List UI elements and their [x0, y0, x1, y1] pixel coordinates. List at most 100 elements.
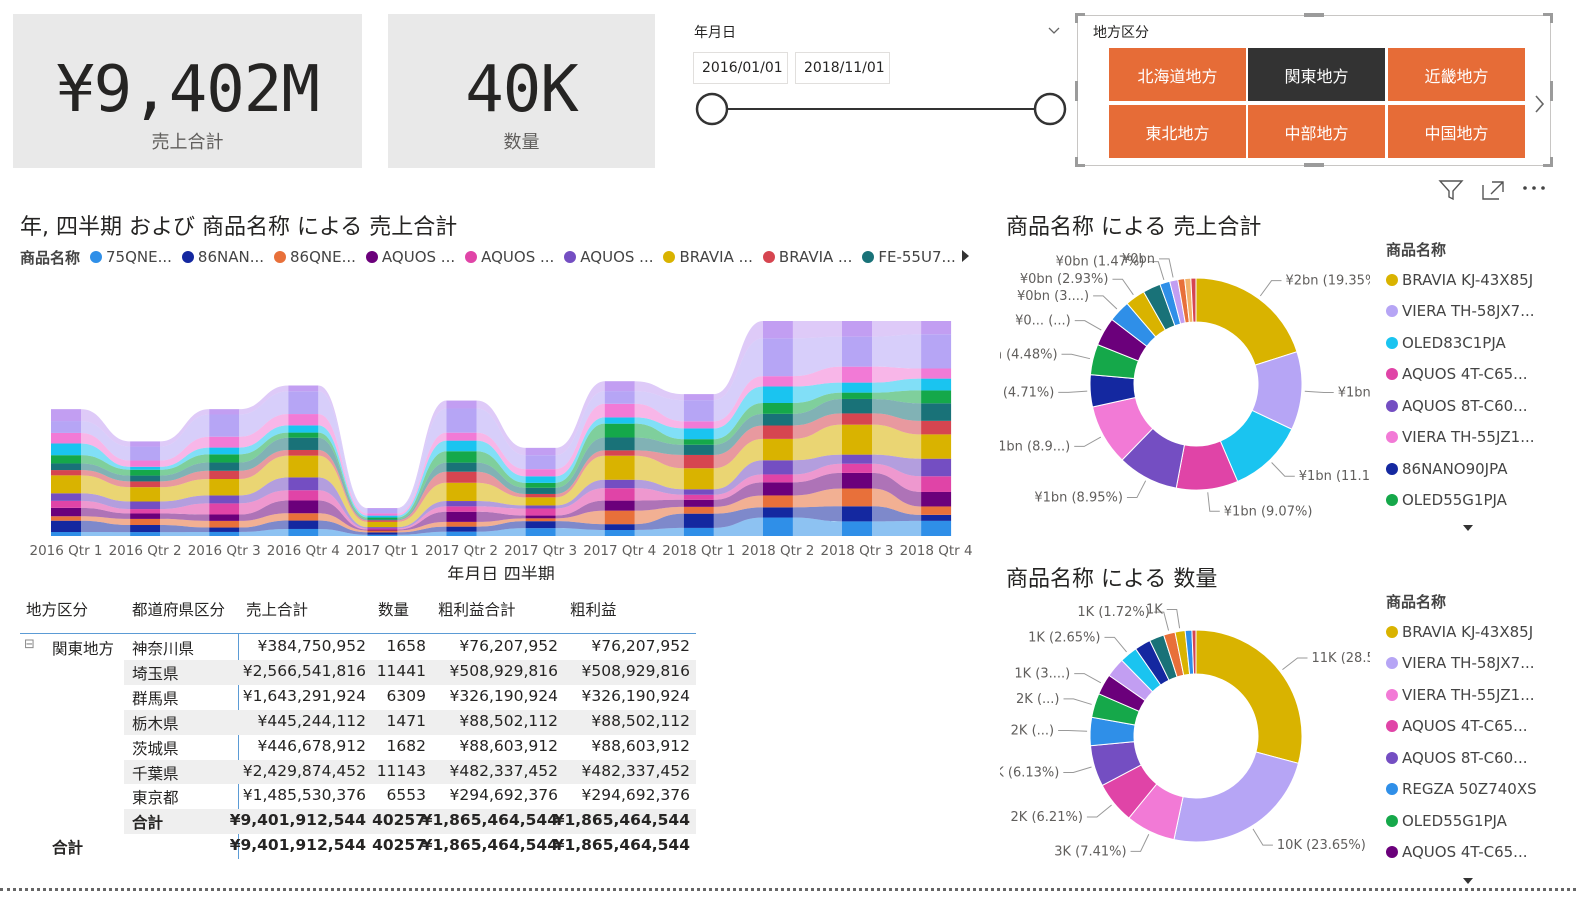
donut-slice[interactable]: [1195, 277, 1298, 366]
ribbon-bar-segment[interactable]: [525, 505, 556, 509]
ribbon-bar-segment[interactable]: [842, 506, 872, 522]
resize-handle[interactable]: [1075, 157, 1078, 167]
ribbon-bar-segment[interactable]: [367, 529, 398, 531]
ribbon-bar-segment[interactable]: [683, 489, 714, 495]
ribbon-bar-segment[interactable]: [683, 400, 714, 422]
ribbon-bar-segment[interactable]: [446, 408, 477, 433]
donut-quantity-chart[interactable]: 11K (28.5%) 10K (23.65%) 3K (7.41%) 2K (6.2…: [1000, 592, 1370, 882]
ribbon-bar-segment[interactable]: [683, 513, 714, 528]
ribbon-bar-segment[interactable]: [921, 420, 952, 435]
ribbon-bar-segment[interactable]: [604, 381, 635, 392]
row-group-header[interactable]: 関東地方: [52, 637, 114, 659]
ribbon-bar-segment[interactable]: [762, 438, 793, 461]
legend-item[interactable]: OLED55G1PJA: [1386, 805, 1556, 837]
ribbon-bar-segment[interactable]: [921, 476, 952, 492]
ribbon-bar-segment[interactable]: [525, 487, 556, 494]
ribbon-bar-segment[interactable]: [130, 532, 161, 536]
date-end-input[interactable]: 2018/11/01: [795, 52, 890, 84]
ribbon-bar-segment[interactable]: [288, 520, 319, 529]
legend-item[interactable]: 75QNE...: [90, 248, 172, 266]
ribbon-bar-segment[interactable]: [921, 491, 952, 507]
ribbon-bar-segment[interactable]: [604, 500, 635, 511]
ribbon-bar-segment[interactable]: [130, 501, 161, 510]
ribbon-bar-segment[interactable]: [683, 421, 714, 429]
ribbon-bar-segment[interactable]: [446, 451, 477, 463]
ribbon-bar-segment[interactable]: [921, 434, 952, 459]
ribbon-bar-segment[interactable]: [762, 507, 793, 518]
ribbon-bar-segment[interactable]: [367, 513, 398, 516]
ribbon-bar-segment[interactable]: [683, 499, 714, 507]
region-button-hokkaido[interactable]: 北海道地方: [1109, 48, 1246, 101]
ribbon-bar-segment[interactable]: [446, 506, 477, 512]
ribbon-bar-segment[interactable]: [604, 450, 635, 456]
legend-item[interactable]: VIERA TH-55JZ1...: [1386, 422, 1556, 454]
ribbon-bar-segment[interactable]: [683, 494, 714, 500]
ribbon-bar-segment[interactable]: [683, 468, 714, 490]
ribbon-bar-segment[interactable]: [288, 455, 319, 478]
ribbon-bar-segment[interactable]: [130, 475, 161, 482]
ribbon-bar-segment[interactable]: [604, 510, 635, 525]
ribbon-band[interactable]: [81, 532, 131, 536]
ribbon-bar-segment[interactable]: [130, 525, 161, 533]
ribbon-bar-segment[interactable]: [288, 513, 319, 521]
ribbon-band[interactable]: [872, 321, 922, 337]
column-header[interactable]: 粗利益: [570, 598, 617, 620]
ribbon-bar-segment[interactable]: [604, 455, 635, 480]
ribbon-bar-segment[interactable]: [762, 495, 793, 508]
legend-item[interactable]: AQUOS 4T-C65...: [1386, 837, 1556, 869]
ribbon-bar-segment[interactable]: [130, 518, 161, 526]
ribbon-bar-segment[interactable]: [288, 385, 319, 392]
legend-item[interactable]: 86NANO90JPA: [1386, 453, 1556, 485]
ribbon-bar-segment[interactable]: [367, 528, 398, 530]
ribbon-bar-segment[interactable]: [921, 514, 952, 521]
ribbon-bar-segment[interactable]: [367, 519, 398, 521]
ribbon-bar-segment[interactable]: [51, 432, 81, 444]
legend-item[interactable]: VIERA TH-58JX7...: [1386, 296, 1556, 328]
ribbon-bar-segment[interactable]: [446, 531, 477, 536]
legend-scroll-down-icon[interactable]: [1462, 518, 1474, 531]
ribbon-bar-segment[interactable]: [446, 400, 477, 409]
ribbon-bar-segment[interactable]: [288, 391, 319, 415]
ribbon-bar-segment[interactable]: [130, 513, 161, 519]
ribbon-bar-segment[interactable]: [51, 493, 81, 501]
legend-item[interactable]: AQUOS ...: [365, 248, 455, 266]
region-button-chugoku[interactable]: 中国地方: [1388, 105, 1525, 158]
ribbon-bar-segment[interactable]: [209, 531, 240, 536]
ribbon-bar-segment[interactable]: [525, 515, 556, 519]
ribbon-bar-segment[interactable]: [604, 391, 635, 404]
resize-handle[interactable]: [1075, 81, 1078, 101]
ribbon-bar-segment[interactable]: [683, 439, 714, 445]
resize-handle[interactable]: [1304, 13, 1324, 17]
ribbon-bar-segment[interactable]: [130, 487, 161, 502]
ribbon-bar-segment[interactable]: [51, 455, 81, 464]
legend-item[interactable]: BRAVIA KJ-43X85J: [1386, 616, 1556, 648]
ribbon-bar-segment[interactable]: [683, 454, 714, 469]
legend-item[interactable]: VIERA TH-58JX7...: [1386, 648, 1556, 680]
resize-handle[interactable]: [1304, 163, 1324, 167]
ribbon-bar-segment[interactable]: [209, 462, 240, 471]
legend-item[interactable]: FE-55U7...: [862, 248, 956, 266]
chevron-right-icon[interactable]: [1532, 92, 1548, 116]
ribbon-bar-segment[interactable]: [209, 527, 240, 532]
legend-item[interactable]: 86NAN...: [181, 248, 264, 266]
ribbon-bar-segment[interactable]: [51, 500, 81, 508]
ribbon-bar-segment[interactable]: [51, 463, 81, 471]
date-start-input[interactable]: 2016/01/01: [693, 52, 788, 84]
ribbon-bar-segment[interactable]: [446, 462, 477, 472]
legend-next-icon[interactable]: [958, 248, 972, 264]
column-header[interactable]: 都道府県区分: [132, 598, 225, 620]
ribbon-bar-segment[interactable]: [525, 482, 556, 488]
ribbon-bar-segment[interactable]: [446, 482, 477, 502]
legend-scroll-down-icon[interactable]: [1462, 871, 1474, 884]
ribbon-bar-segment[interactable]: [288, 437, 319, 450]
ribbon-bar-segment[interactable]: [209, 409, 240, 415]
ribbon-bar-segment[interactable]: [525, 518, 556, 522]
ribbon-bar-segment[interactable]: [842, 398, 872, 414]
ribbon-bar-segment[interactable]: [130, 460, 161, 467]
ribbon-bar-segment[interactable]: [762, 321, 793, 339]
ribbon-bar-segment[interactable]: [762, 376, 793, 387]
ribbon-bar-segment[interactable]: [842, 424, 872, 455]
ribbon-band[interactable]: [872, 334, 922, 369]
legend-item[interactable]: OLED83C1PJA: [1386, 327, 1556, 359]
ribbon-bar-segment[interactable]: [683, 444, 714, 455]
